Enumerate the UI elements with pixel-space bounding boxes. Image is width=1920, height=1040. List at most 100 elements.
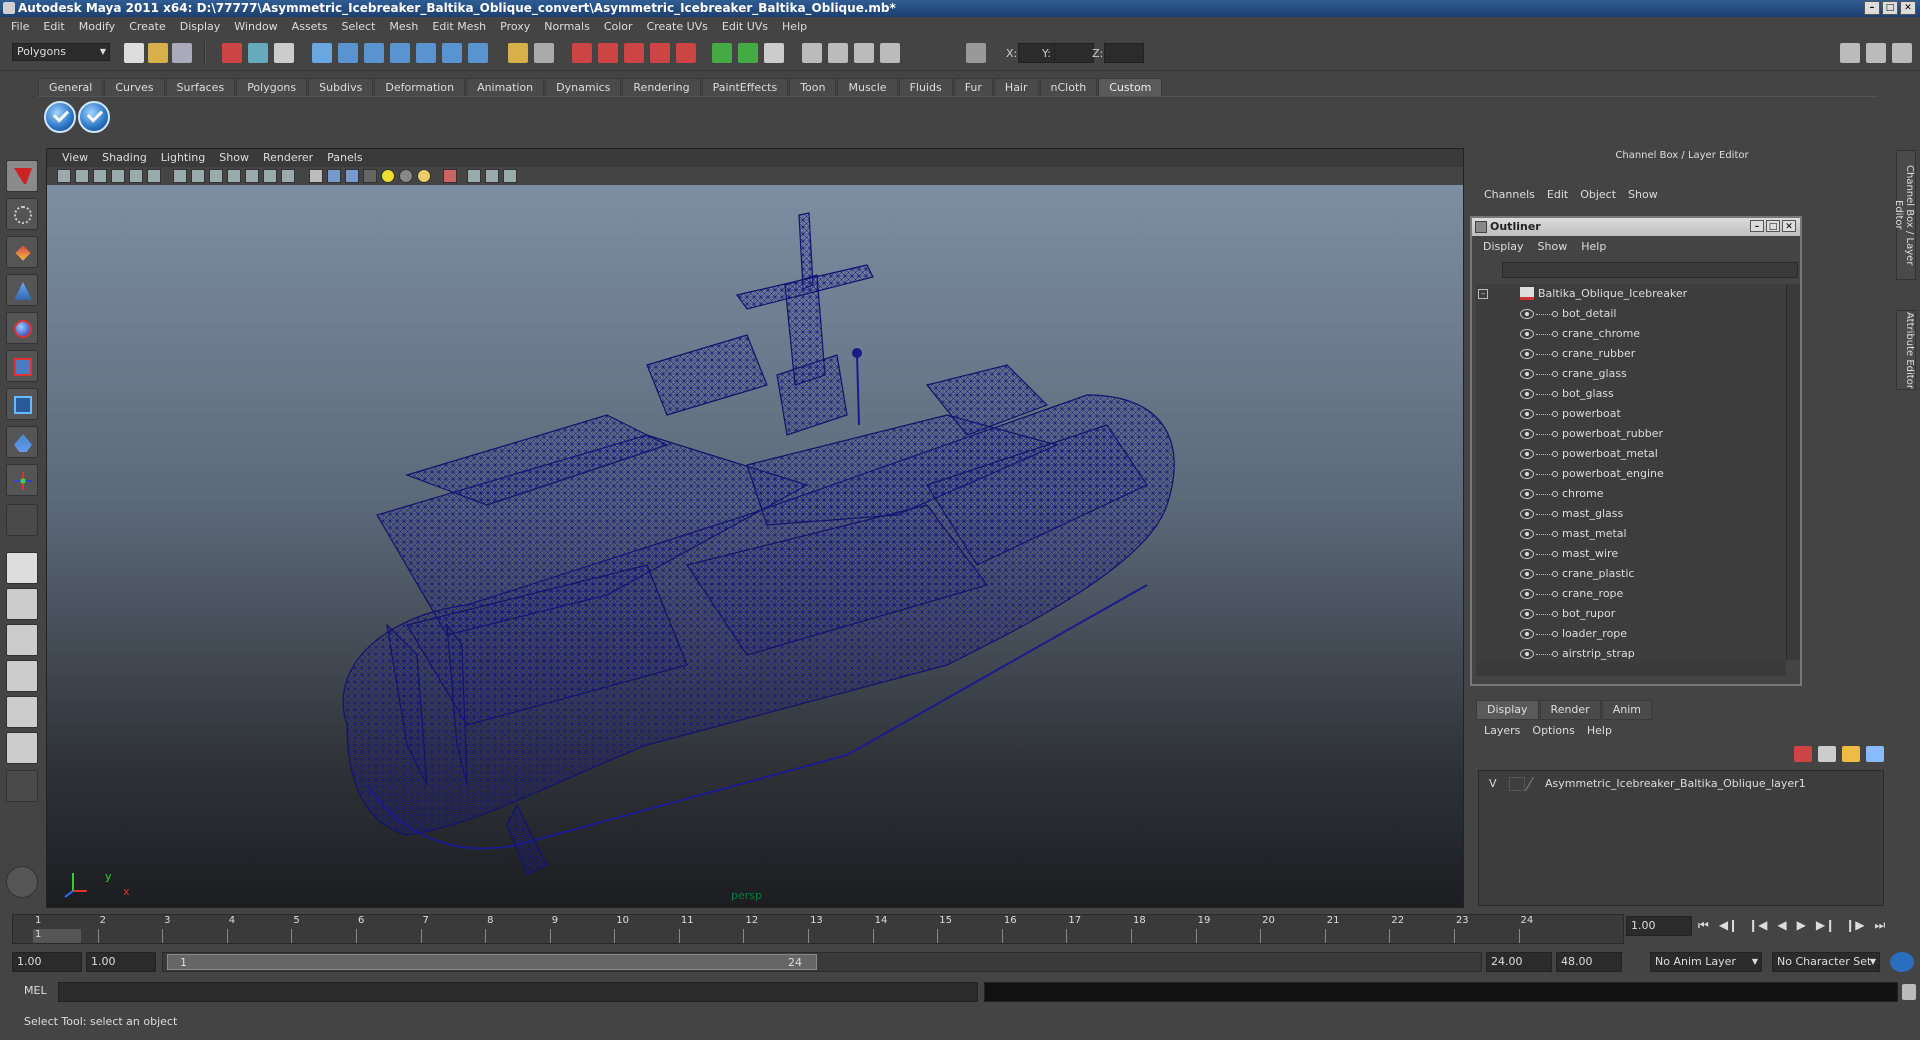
menu-normals[interactable]: Normals [537, 17, 597, 37]
select-object-icon[interactable] [248, 43, 268, 63]
minimize-button[interactable]: – [1864, 1, 1880, 15]
rotate-tool-icon[interactable] [6, 312, 38, 344]
outliner-item[interactable]: powerboat_metal [1476, 444, 1776, 464]
tab-painteffects[interactable]: PaintEffects [701, 78, 789, 96]
menu-edit-mesh[interactable]: Edit Mesh [425, 17, 493, 37]
outliner-item[interactable]: crane_rope [1476, 584, 1776, 604]
gate-mask-icon[interactable] [227, 169, 241, 183]
xray-joints-icon[interactable] [485, 169, 499, 183]
le-menu-options[interactable]: Options [1526, 722, 1580, 740]
menu-display[interactable]: Display [173, 17, 228, 37]
mel-command-input[interactable] [58, 982, 978, 1002]
outliner-root-row[interactable]: – Baltika_Oblique_Icebreaker [1476, 284, 1776, 304]
menu-file[interactable]: File [4, 17, 36, 37]
render-settings-icon[interactable] [624, 43, 644, 63]
render-view-icon[interactable] [676, 43, 696, 63]
show-manipulator-icon[interactable] [6, 464, 38, 496]
textured-icon[interactable] [363, 169, 377, 183]
layer-color-swatch[interactable] [1524, 777, 1546, 791]
viewport-menu-view[interactable]: View [55, 149, 95, 167]
show-channel-box-icon[interactable] [1892, 43, 1912, 63]
safe-action-icon[interactable] [263, 169, 277, 183]
camera-attributes-icon[interactable] [75, 169, 89, 183]
step-back-key-icon[interactable]: ❙◀ [1748, 918, 1767, 933]
menu-edit-uvs[interactable]: Edit UVs [715, 17, 775, 37]
lasso-tool-icon[interactable] [6, 198, 38, 230]
input-output-icon[interactable] [534, 43, 554, 63]
menu-mesh[interactable]: Mesh [382, 17, 425, 37]
maximize-button[interactable]: □ [1882, 1, 1898, 15]
delete-layer-icon[interactable] [1794, 746, 1812, 762]
outliner-filter-input[interactable] [1502, 262, 1798, 278]
soft-mod-tool-icon[interactable] [6, 426, 38, 458]
two-d-pan-icon[interactable] [129, 169, 143, 183]
snap-view-plane-icon[interactable] [390, 43, 410, 63]
shelf-check-icon[interactable] [44, 101, 76, 133]
select-component-icon[interactable] [274, 43, 294, 63]
layer-stack-icon[interactable] [1818, 746, 1836, 762]
character-set-dropdown[interactable]: No Character Set ▼ [1772, 952, 1880, 972]
tab-fur[interactable]: Fur [953, 78, 993, 96]
tab-fluids[interactable]: Fluids [898, 78, 953, 96]
layer-visibility-toggle[interactable]: V [1489, 775, 1497, 793]
outliner-minimize-button[interactable]: – [1750, 220, 1764, 232]
tab-muscle[interactable]: Muscle [837, 78, 898, 96]
outliner-close-button[interactable]: ✕ [1782, 220, 1796, 232]
construction-history-icon[interactable] [442, 43, 462, 63]
time-slider[interactable]: 1 2 3 4 5 6 7 8 9 10 11 12 13 14 15 16 17 18 19 20 21 22 23 24 … [12, 914, 1624, 944]
side-tab-channel-box[interactable]: Channel Box / Layer Editor [1893, 150, 1916, 280]
playback-end-field[interactable]: 24.00 [1486, 952, 1552, 972]
cb-menu-edit[interactable]: Edit [1541, 186, 1574, 204]
start-time-field[interactable]: 1.00 [12, 952, 82, 972]
layer-row[interactable]: V Asymmetric_Icebreaker_Baltika_Oblique_… [1481, 775, 1881, 793]
show-tool-settings-icon[interactable] [1866, 43, 1886, 63]
tool-settings-icon[interactable] [738, 43, 758, 63]
move-tool-icon[interactable] [6, 274, 38, 306]
menu-window[interactable]: Window [227, 17, 284, 37]
step-back-frame-icon[interactable]: ◀❙ [1719, 918, 1738, 933]
tab-custom[interactable]: Custom [1098, 78, 1163, 96]
tab-display-layers[interactable]: Display [1476, 700, 1539, 720]
outliner-item[interactable]: mast_glass [1476, 504, 1776, 524]
layer-template-toggle[interactable] [1509, 777, 1525, 791]
image-plane-icon[interactable] [111, 169, 125, 183]
tab-dynamics[interactable]: Dynamics [545, 78, 622, 96]
menu-proxy[interactable]: Proxy [493, 17, 537, 37]
range-slider-track[interactable]: 1 24 [162, 952, 1482, 972]
hypershade-layout-icon[interactable] [6, 696, 38, 728]
current-frame-marker[interactable]: 1 [33, 929, 81, 943]
channel-box-icon[interactable] [764, 43, 784, 63]
outliner-item[interactable]: crane_chrome [1476, 324, 1776, 344]
go-to-start-icon[interactable]: ⏮ [1698, 918, 1709, 933]
command-language-label[interactable]: MEL [24, 984, 47, 997]
persp-graph-hypergraph-layout-icon[interactable] [6, 732, 38, 764]
lock-icon[interactable] [508, 43, 528, 63]
share-icon[interactable] [503, 169, 517, 183]
single-perspective-layout-icon[interactable] [6, 552, 38, 584]
collapse-icon[interactable]: – [1478, 289, 1488, 299]
field-chart-icon[interactable] [245, 169, 259, 183]
scale-tool-icon[interactable] [6, 350, 38, 382]
outliner-item[interactable]: crane_glass [1476, 364, 1776, 384]
grease-pencil-icon[interactable] [147, 169, 161, 183]
tab-animation[interactable]: Animation [466, 78, 545, 96]
tab-curves[interactable]: Curves [104, 78, 165, 96]
side-tab-attribute-editor[interactable]: Attribute Editor [1896, 310, 1916, 390]
snap-curve-icon[interactable] [338, 43, 358, 63]
viewport-menu-lighting[interactable]: Lighting [154, 149, 212, 167]
paint-select-tool-icon[interactable] [6, 236, 38, 268]
tab-anim-layers[interactable]: Anim [1601, 700, 1652, 720]
hypershade-icon[interactable] [650, 43, 670, 63]
open-scene-icon[interactable] [148, 43, 168, 63]
render-icon[interactable] [572, 43, 592, 63]
viewport-menu-panels[interactable]: Panels [320, 149, 369, 167]
outliner-item[interactable]: powerboat [1476, 404, 1776, 424]
default-lighting-icon[interactable] [381, 169, 395, 183]
tab-toon[interactable]: Toon [789, 78, 837, 96]
step-forward-key-icon[interactable]: ▶❙ [1816, 918, 1835, 933]
snap-point-icon[interactable] [364, 43, 384, 63]
select-tool-icon[interactable] [6, 160, 38, 192]
new-scene-icon[interactable] [124, 43, 144, 63]
play-forwards-icon[interactable]: ▶ [1797, 918, 1806, 933]
outliner-item[interactable]: loader_rope [1476, 624, 1776, 644]
